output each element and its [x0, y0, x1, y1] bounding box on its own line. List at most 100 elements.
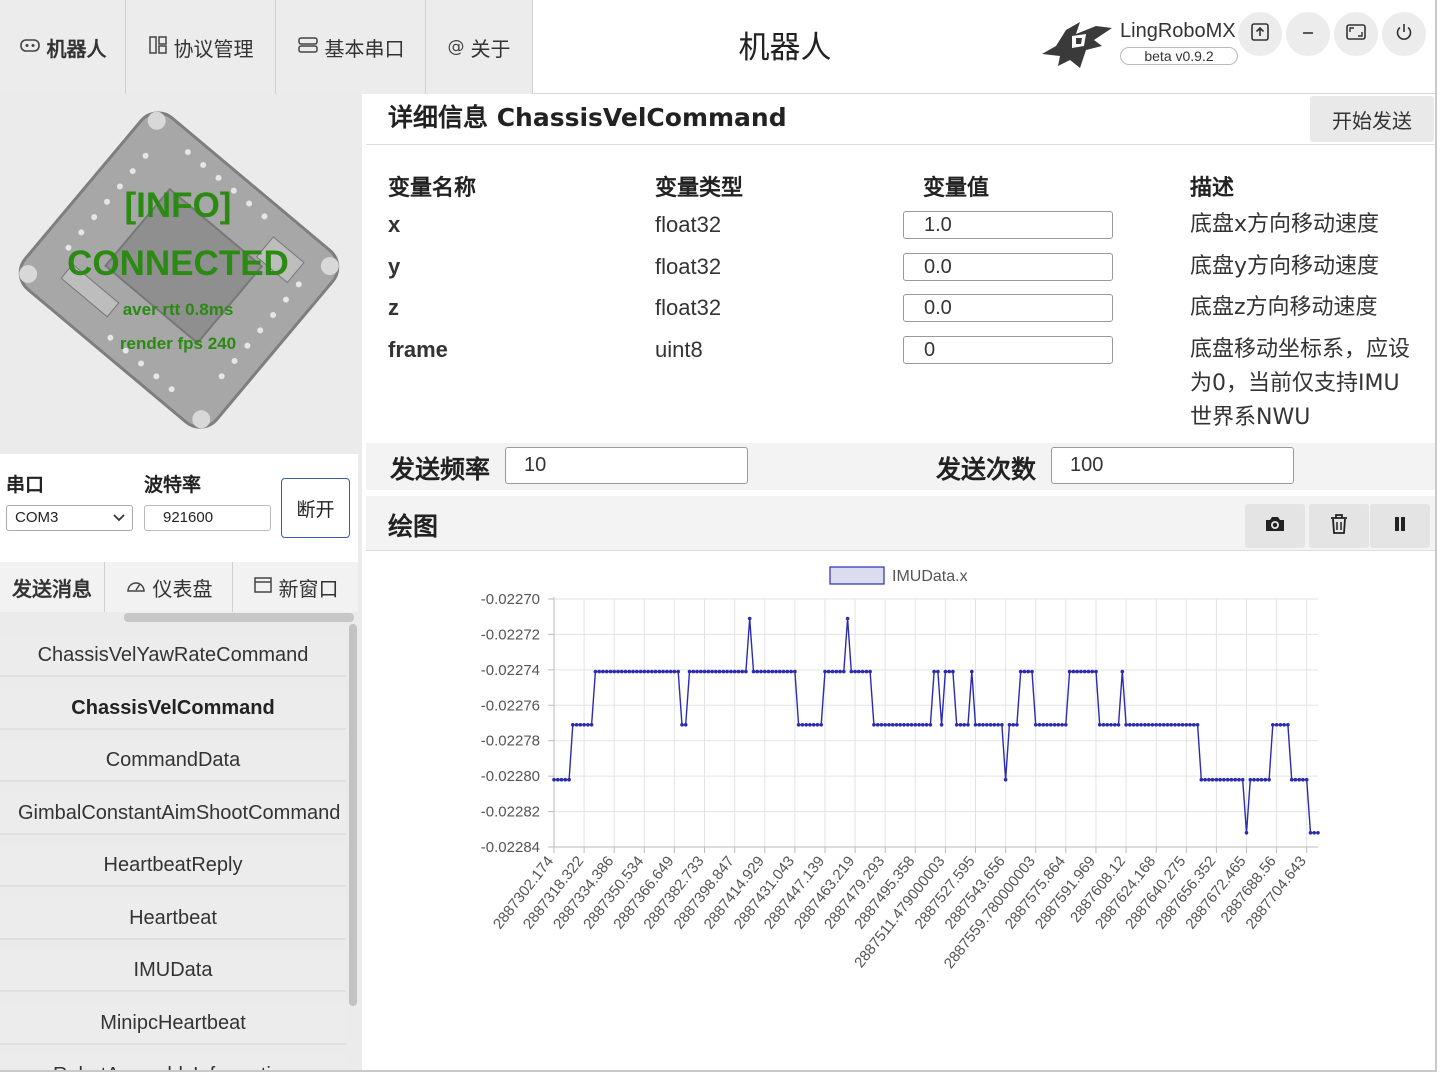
clear-plot-button[interactable] [1309, 504, 1369, 548]
data-point [921, 723, 925, 727]
data-point [567, 777, 571, 782]
port-select[interactable]: COM3 [6, 505, 133, 531]
data-point [789, 669, 793, 674]
status-connected: CONNECTED [67, 244, 289, 283]
freq-input[interactable]: 10 [505, 447, 748, 484]
var-name: z [388, 295, 399, 320]
data-point [954, 723, 959, 727]
var-type: float32 [655, 295, 722, 320]
left-panel: [INFO] CONNECTED aver rtt 0.8ms render f… [0, 94, 362, 1070]
var-name: y [388, 254, 401, 279]
data-point [1195, 723, 1200, 727]
status-fps: render fps 240 [119, 334, 237, 353]
data-point [842, 669, 846, 674]
y-tick-label: -0.02278 [481, 733, 540, 750]
port-select-value: COM3 [15, 509, 59, 526]
vertical-scrollbar[interactable] [349, 624, 357, 1006]
data-point [793, 669, 797, 674]
y-tick-label: -0.02282 [481, 804, 540, 821]
data-point [770, 669, 775, 674]
upload-button[interactable] [1238, 12, 1282, 56]
data-point [845, 616, 850, 621]
data-point [849, 669, 854, 674]
var-value-input[interactable]: 0 [903, 336, 1113, 364]
data-point [985, 723, 989, 727]
robot-icon [19, 37, 41, 58]
tab-label: 发送消息 [12, 576, 92, 601]
data-point [1052, 723, 1057, 727]
at-icon: @ [447, 37, 465, 57]
disconnect-button[interactable]: 断开 [281, 478, 350, 538]
data-point [691, 669, 696, 674]
message-item[interactable]: GimbalConstantAimShootCommand [0, 792, 346, 835]
data-point [1312, 831, 1316, 835]
power-button[interactable] [1382, 12, 1426, 56]
data-point [763, 669, 767, 674]
data-point [894, 723, 899, 727]
tab-label: 仪表盘 [152, 576, 213, 601]
data-point [1165, 723, 1170, 727]
detail-title: 详细信息 ChassisVelCommand [388, 103, 787, 132]
data-point [868, 669, 872, 674]
data-point [1248, 777, 1253, 782]
data-point [608, 669, 613, 674]
message-item[interactable]: MinipcHeartbeat [0, 1002, 346, 1045]
data-point [1090, 669, 1094, 674]
tab-send-message[interactable]: 发送消息 [0, 562, 105, 612]
pause-button[interactable] [1370, 504, 1430, 548]
nav-tab-serial[interactable]: 基本串口 [276, 0, 426, 94]
message-item[interactable]: Heartbeat [0, 897, 346, 940]
tab-dashboard[interactable]: 仪表盘 [105, 562, 233, 612]
baud-input[interactable]: 921600 [144, 505, 271, 531]
data-point [653, 669, 658, 674]
data-point [947, 669, 951, 674]
message-item[interactable]: CommandData [0, 739, 346, 782]
data-point [1037, 723, 1042, 727]
data-point [574, 723, 579, 727]
data-point [732, 669, 737, 674]
data-point [823, 669, 827, 674]
data-point [838, 669, 842, 674]
maximize-button[interactable] [1334, 12, 1378, 56]
data-point [804, 723, 808, 727]
data-point [1316, 831, 1320, 835]
data-point [755, 669, 759, 674]
message-item[interactable]: RobotAssemblyInformation [0, 1054, 346, 1070]
data-point [1203, 777, 1207, 782]
start-send-button[interactable]: 开始发送 [1310, 96, 1434, 142]
trash-icon [1329, 513, 1349, 539]
brand-name: LingRoboMX [1120, 20, 1236, 42]
message-item[interactable]: HeartbeatReply [0, 844, 346, 887]
data-point [1289, 777, 1294, 782]
data-point [1192, 723, 1196, 727]
data-point [721, 669, 726, 674]
minimize-button[interactable] [1286, 12, 1330, 56]
tab-new-window[interactable]: 新窗口 [233, 562, 358, 612]
var-type: float32 [655, 212, 722, 237]
data-point [695, 669, 699, 674]
data-point [597, 669, 601, 674]
count-input[interactable]: 100 [1051, 447, 1294, 484]
data-point [1308, 831, 1313, 835]
message-item[interactable]: ChassisVelYawRateCommand [0, 634, 346, 677]
protocol-icon [148, 35, 168, 60]
data-point [717, 669, 722, 674]
data-point [657, 669, 662, 674]
data-point [766, 669, 771, 674]
data-point [796, 723, 801, 727]
y-tick-label: -0.02280 [481, 768, 540, 785]
horizontal-scrollbar[interactable] [124, 613, 354, 622]
nav-tab-protocol[interactable]: 协议管理 [126, 0, 276, 94]
screenshot-button[interactable] [1245, 504, 1305, 548]
var-value-input[interactable]: 1.0 [903, 211, 1113, 239]
message-item-selected[interactable]: ChassisVelCommand [0, 687, 346, 730]
message-item[interactable]: IMUData [0, 949, 346, 992]
nav-tab-robot[interactable]: 机器人 [0, 0, 126, 94]
data-point [1018, 669, 1023, 674]
data-point [1049, 723, 1053, 727]
var-value-input[interactable]: 0.0 [903, 253, 1113, 281]
data-point [1003, 777, 1008, 782]
var-value-input[interactable]: 0.0 [903, 294, 1113, 322]
data-point [1207, 777, 1211, 782]
nav-tab-about[interactable]: @ 关于 [426, 0, 533, 94]
